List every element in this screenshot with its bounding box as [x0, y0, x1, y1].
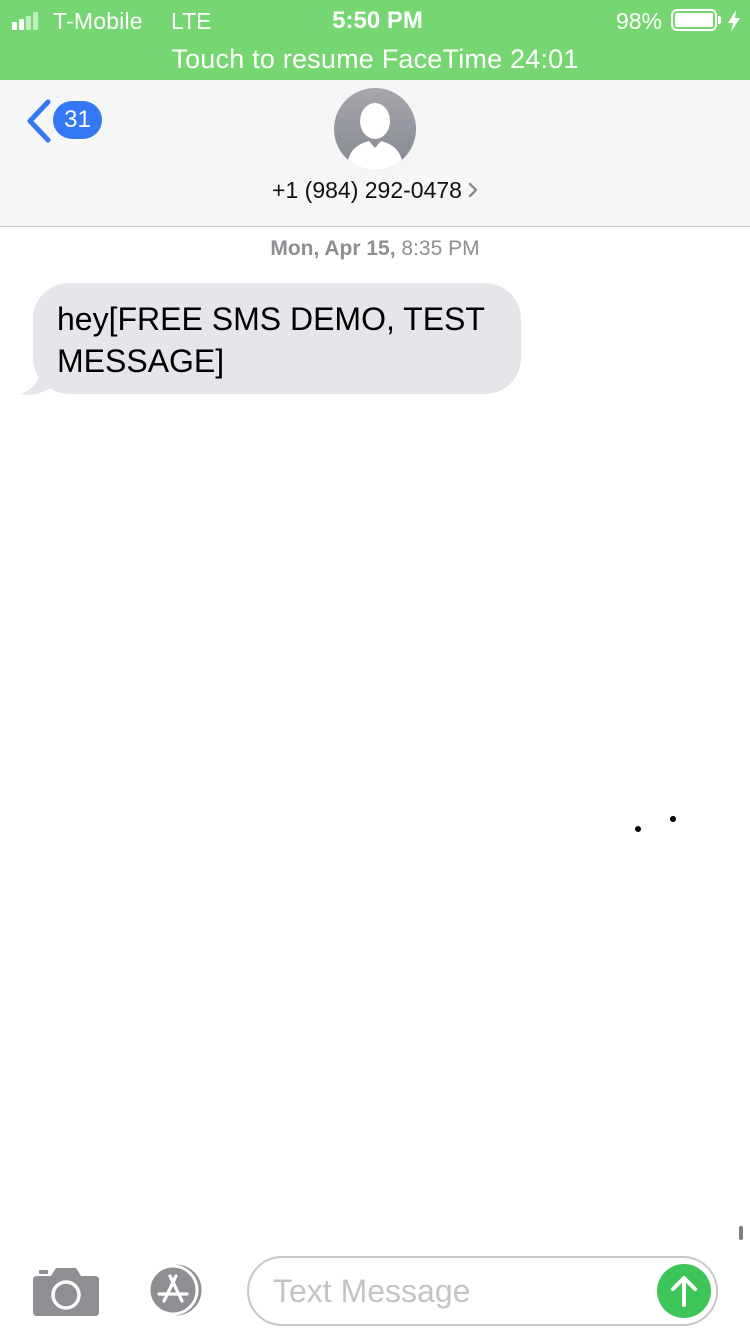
text-message-input[interactable] [273, 1268, 643, 1314]
timestamp-time: 8:35 PM [401, 237, 480, 260]
battery-percent: 98% [615, 8, 662, 34]
chevron-right-icon [468, 182, 478, 198]
contact-name: +1 (984) 292-0478 [272, 177, 462, 203]
timestamp-date: Mon, Apr 15, [270, 237, 396, 260]
status-area: T-Mobile LTE 5:50 PM 98% Touch to resume… [0, 0, 750, 80]
messages-screen: T-Mobile LTE 5:50 PM 98% Touch to resume… [0, 0, 750, 1334]
dot-marker [635, 826, 641, 832]
status-bar: T-Mobile LTE 5:50 PM 98% [0, 0, 750, 40]
chevron-left-icon [27, 99, 51, 143]
charging-bolt-icon [728, 10, 740, 32]
app-store-icon[interactable] [140, 1263, 212, 1317]
person-silhouette-icon [347, 103, 403, 170]
contact-details-link[interactable]: +1 (984) 292-0478 [0, 177, 750, 204]
back-button[interactable]: 31 [20, 98, 110, 144]
incoming-message-bubble[interactable]: hey[FREE SMS DEMO, TEST MESSAGE] [33, 283, 521, 394]
contact-avatar[interactable] [334, 88, 416, 170]
battery-icon [671, 9, 721, 31]
arrow-up-icon [671, 1276, 697, 1307]
resume-facetime-banner[interactable]: Touch to resume FaceTime 24:01 [0, 40, 750, 80]
camera-icon[interactable] [33, 1264, 99, 1316]
conversation-header: 31 +1 (984) 292-0478 [0, 80, 750, 227]
message-input-bar [0, 1244, 750, 1334]
scroll-indicator[interactable] [739, 1226, 743, 1240]
message-timestamp: Mon, Apr 15, 8:35 PM [0, 237, 750, 261]
dot-marker [670, 816, 676, 822]
send-button[interactable] [657, 1264, 711, 1318]
text-message-field[interactable] [247, 1256, 718, 1326]
unread-count-badge: 31 [53, 101, 102, 139]
